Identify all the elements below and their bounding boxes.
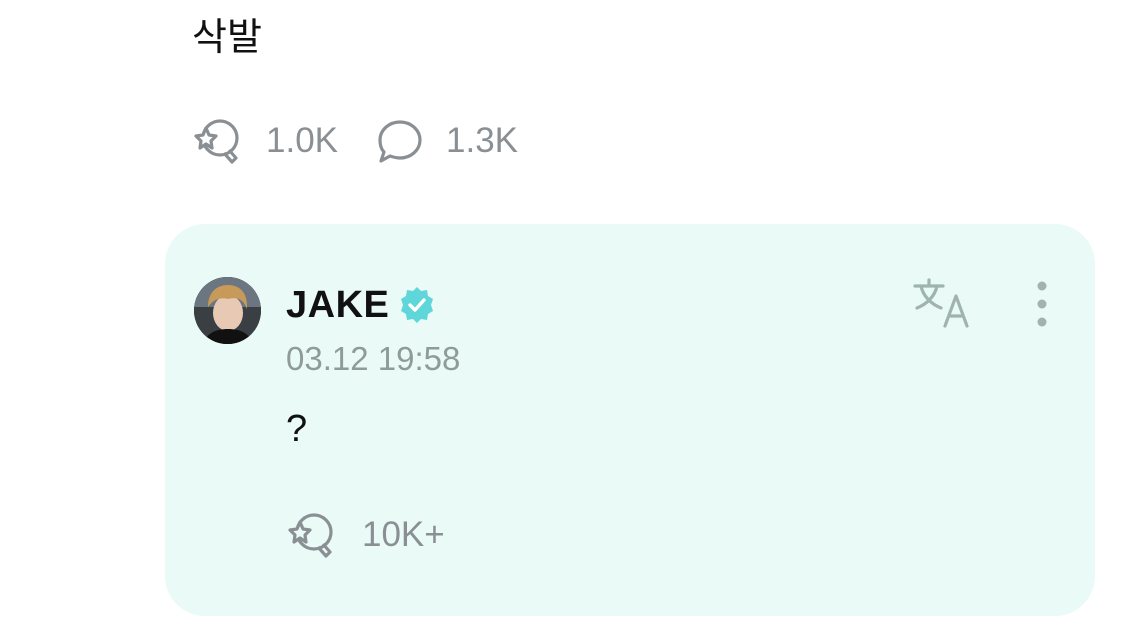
author-row: JAKE: [286, 280, 437, 330]
translate-button[interactable]: [911, 276, 975, 332]
post-text: 삭발: [192, 15, 262, 59]
reply-text: ?: [286, 408, 308, 450]
comment-button[interactable]: 1.3K: [376, 114, 518, 168]
reply-timestamp: 03.12 19:58: [286, 340, 461, 377]
cheer-count: 1.0K: [266, 121, 338, 160]
avatar-image: [194, 277, 261, 344]
star-balloon-icon: [194, 119, 239, 164]
cheer-button[interactable]: 1.0K: [192, 114, 338, 168]
verified-badge-icon: [401, 287, 434, 323]
avatar[interactable]: [194, 277, 261, 344]
artist-reply-card: JAKE 03.12 19:58 ? 10K+: [165, 224, 1095, 616]
reply-cheer-button[interactable]: 10K+: [286, 508, 445, 562]
speech-bubble-icon: [378, 120, 422, 163]
star-balloon-icon: [288, 513, 333, 558]
more-options-button[interactable]: [1029, 278, 1055, 330]
post-stats: 1.0K 1.3K: [192, 114, 518, 168]
translate-icon: [913, 278, 969, 328]
post-view: 삭발 1.0K 1.3K JAKE 03.12 19:58 ? 10K+: [0, 0, 1125, 640]
more-vertical-icon: [1037, 281, 1047, 327]
comment-count: 1.3K: [446, 121, 518, 160]
reply-cheer-count: 10K+: [362, 515, 445, 554]
author-name[interactable]: JAKE: [286, 284, 389, 327]
